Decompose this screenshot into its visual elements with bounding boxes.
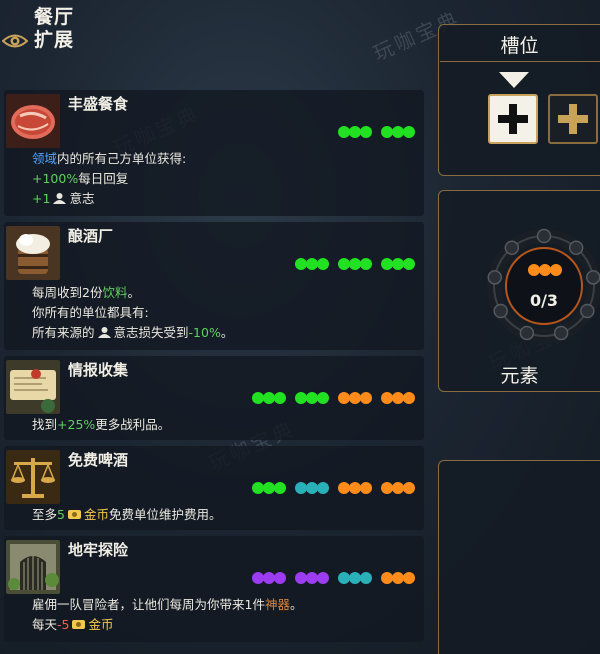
cost-dot: [274, 482, 286, 494]
upgrade-name: 情报收集: [68, 361, 129, 379]
cost-dot: [317, 392, 329, 404]
meat-icon: [6, 94, 60, 148]
cost-dot: [317, 482, 329, 494]
page-title: 餐厅 扩展: [34, 6, 75, 51]
slots-title: 槽位: [500, 35, 539, 57]
cost-dot: [317, 258, 329, 270]
scales-icon: [6, 450, 60, 504]
cost-dot-group: [381, 392, 415, 404]
cost-dots: [338, 126, 415, 138]
upgrade-description: 找到+25%更多战利品。: [32, 417, 171, 432]
cost-dots: [252, 482, 415, 494]
dungeon-gate-icon: [6, 540, 60, 594]
beer-barrel-icon: [6, 226, 60, 280]
element-node: [504, 240, 520, 255]
elements-panel: 0/3 元素: [438, 190, 600, 392]
plus-icon: [498, 104, 528, 134]
upgrade-description: 至多5 金币免费单位维护费用。: [32, 507, 222, 522]
upgrade-card[interactable]: 免费啤酒 至多5 金币免费单位维护费用。: [4, 446, 424, 530]
cost-dot-group: [381, 126, 415, 138]
elements-title: 元素: [500, 365, 539, 387]
cost-dots: [295, 258, 415, 270]
cost-dot-group: [252, 392, 286, 404]
cost-dot: [403, 572, 415, 584]
cost-dot: [403, 392, 415, 404]
upgrade-description: 雇佣一队冒险者，让他们每周为你带来1件神器。 每天-5 金币: [32, 597, 303, 632]
element-node: [519, 325, 535, 341]
cost-dot-group: [295, 572, 329, 584]
cost-dot-group: [295, 258, 329, 270]
upgrade-description: 每周收到2份饮料。 你所有的单位都具有: 所有来源的 意志损失受到-10%。: [32, 285, 234, 340]
cost-dot-group: [338, 258, 372, 270]
cost-dot-group: [252, 572, 286, 584]
cost-dot-group: [295, 482, 329, 494]
cost-dot-group: [338, 126, 372, 138]
element-dot: [538, 264, 551, 276]
cost-dot-group: [338, 392, 372, 404]
scroll-map-icon: [6, 360, 60, 414]
cost-dot-group: [381, 482, 415, 494]
element-dot: [549, 264, 562, 276]
upgrade-card[interactable]: 酿酒厂 每周收到2份饮料。 你所有的单位都具有: 所有来源的 意志损失受到-10%…: [4, 222, 424, 350]
cost-dot: [403, 482, 415, 494]
upgrade-name: 丰盛餐食: [68, 95, 129, 113]
gold-coin-icon: [67, 510, 81, 519]
page-header: 餐厅 扩展: [0, 0, 120, 60]
upgrade-card[interactable]: 情报收集 找到+25%更多战利品。: [4, 356, 424, 440]
upgrade-name: 免费啤酒: [68, 451, 129, 469]
element-dot: [527, 264, 540, 276]
willpower-icon: [97, 327, 111, 338]
cost-dots: [252, 392, 415, 404]
element-node: [536, 228, 552, 244]
cost-dots: [252, 572, 415, 584]
cost-dot: [360, 572, 372, 584]
upgrade-card[interactable]: 地牢探险 雇佣一队冒险者，让他们每周为你带来1件神器。 每天-5 金币: [4, 536, 424, 642]
cost-dot: [317, 572, 329, 584]
element-ring-icon: [487, 228, 600, 343]
cost-dot: [360, 482, 372, 494]
cost-dot-group: [295, 392, 329, 404]
plus-icon: [558, 104, 588, 134]
selected-arrow-icon: [499, 72, 529, 88]
cost-dot-group: [381, 572, 415, 584]
upgrade-description: 领域内的所有己方单位获得: +100%每日回复 +1 意志: [32, 151, 187, 206]
cost-dot: [403, 258, 415, 270]
slot-add-button[interactable]: [488, 94, 538, 144]
cost-dot: [360, 126, 372, 138]
element-node: [553, 325, 569, 341]
element-node: [568, 240, 584, 255]
slots-panel: 槽位: [438, 24, 600, 176]
cost-dot: [360, 258, 372, 270]
cost-dot-group: [252, 482, 286, 494]
eye-emblem-icon: [2, 34, 28, 48]
slot-add-button[interactable]: [548, 94, 598, 144]
cost-dot: [360, 392, 372, 404]
info-panel: [438, 460, 600, 654]
cost-dot: [403, 126, 415, 138]
cost-dot-group: [338, 482, 372, 494]
willpower-icon: [53, 193, 67, 204]
gold-coin-icon: [72, 620, 86, 629]
element-ring[interactable]: 0/3: [479, 221, 600, 351]
cost-dot-group: [338, 572, 372, 584]
cost-dot: [274, 572, 286, 584]
upgrade-name: 酿酒厂: [68, 227, 114, 245]
upgrade-name: 地牢探险: [68, 541, 129, 559]
element-count: 0/3: [529, 291, 559, 310]
upgrade-card[interactable]: 丰盛餐食 领域内的所有己方单位获得: +100%每日回复 +1 意志: [4, 90, 424, 216]
divider: [440, 61, 600, 62]
cost-dot-group: [381, 258, 415, 270]
cost-dot: [274, 392, 286, 404]
element-dots: [479, 264, 600, 276]
